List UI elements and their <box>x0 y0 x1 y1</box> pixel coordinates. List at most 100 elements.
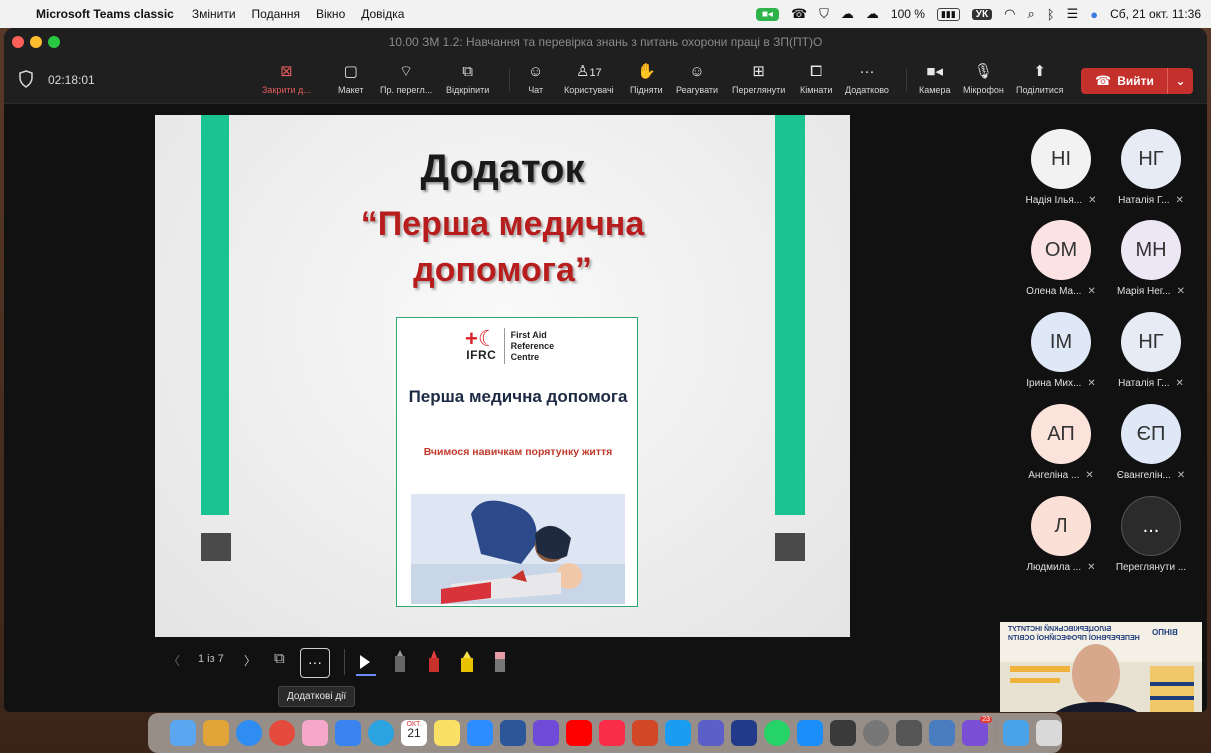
more-button[interactable]: ··· Додатково <box>845 62 889 95</box>
notes-icon[interactable] <box>434 720 460 746</box>
participant-name: Ангеліна ... ✕ <box>1018 470 1104 481</box>
calculator-icon[interactable] <box>830 720 856 746</box>
rooms-button[interactable]: ⧠ Кімнати <box>800 62 832 95</box>
siri-icon[interactable]: ● <box>1090 7 1098 22</box>
downloads-folder-icon[interactable] <box>1003 720 1029 746</box>
stop-sharing-button[interactable]: ⊠ Закрити д... <box>262 62 311 95</box>
menu-view[interactable]: Подання <box>252 7 300 21</box>
participant-tile[interactable]: Л Людмила ... ✕ <box>1018 496 1104 573</box>
close-window-button[interactable] <box>12 36 24 48</box>
battery-icon[interactable]: ▮▮▮ <box>936 7 960 21</box>
participant-name: Наталія Г... ✕ <box>1108 378 1194 389</box>
zoom-window-button[interactable] <box>48 36 60 48</box>
chat-button[interactable]: ☺ Чат <box>528 62 543 95</box>
leave-dropdown-chevron-icon[interactable]: ⌄ <box>1167 68 1193 94</box>
system-settings-icon[interactable] <box>863 720 889 746</box>
telegram-icon[interactable] <box>368 720 394 746</box>
presenter-view-icon: ⌔ <box>399 63 414 80</box>
highlighter-yellow-icon[interactable] <box>460 650 474 672</box>
avatar: НГ <box>1121 312 1181 372</box>
finder-icon[interactable] <box>170 720 196 746</box>
teams-icon[interactable] <box>698 720 724 746</box>
viber-badge-icon[interactable]: 23 <box>962 716 992 746</box>
pen-red-icon[interactable] <box>428 650 440 672</box>
trash-icon[interactable] <box>1036 720 1062 746</box>
participant-name: Надія Ілья... ✕ <box>1018 195 1104 206</box>
laser-pointer-icon[interactable] <box>358 654 372 670</box>
whatsapp-icon[interactable] <box>764 720 790 746</box>
participant-tile[interactable]: НГ Наталія Г... ✕ <box>1108 312 1194 389</box>
view-button[interactable]: ⊞ Переглянути <box>732 62 785 95</box>
avatar-initials: МН <box>1135 238 1167 261</box>
popout-button[interactable]: ⧉ Відкріпити <box>446 62 489 95</box>
leave-button[interactable]: ☎ Вийти ⌄ <box>1081 68 1193 94</box>
microphone-button[interactable]: 🎙 Мікрофон <box>963 62 1004 95</box>
datetime[interactable]: Сб, 21 окт. 11:36 <box>1110 7 1201 21</box>
word-icon[interactable] <box>500 720 526 746</box>
menu-window[interactable]: Вікно <box>316 7 345 21</box>
safari-icon[interactable] <box>236 720 262 746</box>
self-video-feed[interactable]: БІЛОЦЕРКІВСЬКИЙ ІНСТИТУТ НЕПЕРЕРВНОЇ ПРО… <box>1000 622 1202 712</box>
minimize-window-button[interactable] <box>30 36 42 48</box>
raise-hand-button[interactable]: ✋ Підняти <box>630 62 663 95</box>
share-button[interactable]: ⬆ Поділитися <box>1016 62 1063 95</box>
stop-sharing-label: Закрити д... <box>262 85 311 95</box>
youtube-icon[interactable] <box>566 720 592 746</box>
react-button[interactable]: ☺ Реагувати <box>676 62 718 95</box>
participant-tile[interactable]: МН Марія Нег... ✕ <box>1108 220 1194 297</box>
cloud-sync-icon[interactable]: ☁ <box>841 6 854 22</box>
app-store-icon[interactable] <box>797 720 823 746</box>
people-button[interactable]: ♙17 Користувачі <box>564 62 614 95</box>
zoom-icon[interactable] <box>467 720 493 746</box>
view-all-participants-tile[interactable]: ... Переглянути ... <box>1108 496 1194 573</box>
messenger-icon[interactable] <box>665 720 691 746</box>
eraser-icon[interactable] <box>494 650 506 672</box>
vpn-icon[interactable] <box>731 720 757 746</box>
participant-name: Людмила ... ✕ <box>1018 562 1104 573</box>
mic-muted-icon: ✕ <box>1175 195 1184 206</box>
mail-icon[interactable] <box>335 720 361 746</box>
control-center-icon[interactable]: ☰ <box>1067 6 1079 22</box>
keyboard-layout[interactable]: УК <box>971 8 993 20</box>
participant-name-text: Наталія Г... <box>1118 195 1170 206</box>
app-menu-name[interactable]: Microsoft Teams classic <box>36 7 174 21</box>
printer-icon[interactable] <box>896 720 922 746</box>
viber-status-icon[interactable]: ☎ <box>791 6 807 22</box>
participant-tile[interactable]: ОМ Олена Ма... ✕ <box>1018 220 1104 297</box>
bluetooth-icon[interactable]: ᛒ <box>1047 7 1055 22</box>
music-icon[interactable] <box>599 720 625 746</box>
camera-button[interactable]: ■◂ Камера <box>919 62 950 95</box>
camera-status-icon[interactable]: ■◂ <box>755 7 779 21</box>
slide-thumbnails-icon[interactable]: ⧉ <box>274 650 285 667</box>
pen-gray-icon[interactable] <box>394 650 406 672</box>
creative-cloud-icon[interactable]: ☁ <box>866 6 879 22</box>
preview-icon[interactable] <box>929 720 955 746</box>
viber-icon[interactable] <box>533 720 559 746</box>
next-slide-chevron-icon[interactable]: 〉 <box>244 652 256 669</box>
participants-count: 17 <box>589 67 602 79</box>
spotlight-icon[interactable]: ⌕ <box>1027 6 1034 22</box>
avatar-initials: АП <box>1047 422 1075 445</box>
calendar-icon[interactable]: ОКТ. 21 <box>401 720 427 746</box>
participant-name-text: Наталія Г... <box>1118 378 1170 389</box>
close-share-icon: ⊠ <box>280 63 293 80</box>
participant-tile[interactable]: АП Ангеліна ... ✕ <box>1018 404 1104 481</box>
powerpoint-icon[interactable] <box>632 720 658 746</box>
layout-button[interactable]: ▢ Макет <box>338 62 363 95</box>
more-participants-glyph: ... <box>1142 514 1160 537</box>
photos-icon[interactable] <box>302 720 328 746</box>
shield-status-icon[interactable]: ⛉ <box>819 6 829 22</box>
menu-edit[interactable]: Змінити <box>192 7 236 21</box>
participant-tile[interactable]: НГ Наталія Г... ✕ <box>1108 129 1194 206</box>
more-actions-button[interactable]: ··· <box>300 648 330 678</box>
participant-tile[interactable]: ЄП Євангелін... ✕ <box>1108 404 1194 481</box>
launchpad-icon[interactable] <box>203 720 229 746</box>
wifi-icon[interactable]: ◠ <box>1004 6 1015 22</box>
ifrc-logo-org: IFRC <box>466 348 497 362</box>
participant-tile[interactable]: ІМ Ірина Мих... ✕ <box>1018 312 1104 389</box>
chrome-icon[interactable] <box>269 720 295 746</box>
menu-help[interactable]: Довідка <box>361 7 404 21</box>
previous-slide-chevron-icon[interactable]: 〈 <box>168 652 180 669</box>
presenter-view-button[interactable]: ⌔ Пр. перегл... <box>380 62 432 95</box>
participant-tile[interactable]: НІ Надія Ілья... ✕ <box>1018 129 1104 206</box>
